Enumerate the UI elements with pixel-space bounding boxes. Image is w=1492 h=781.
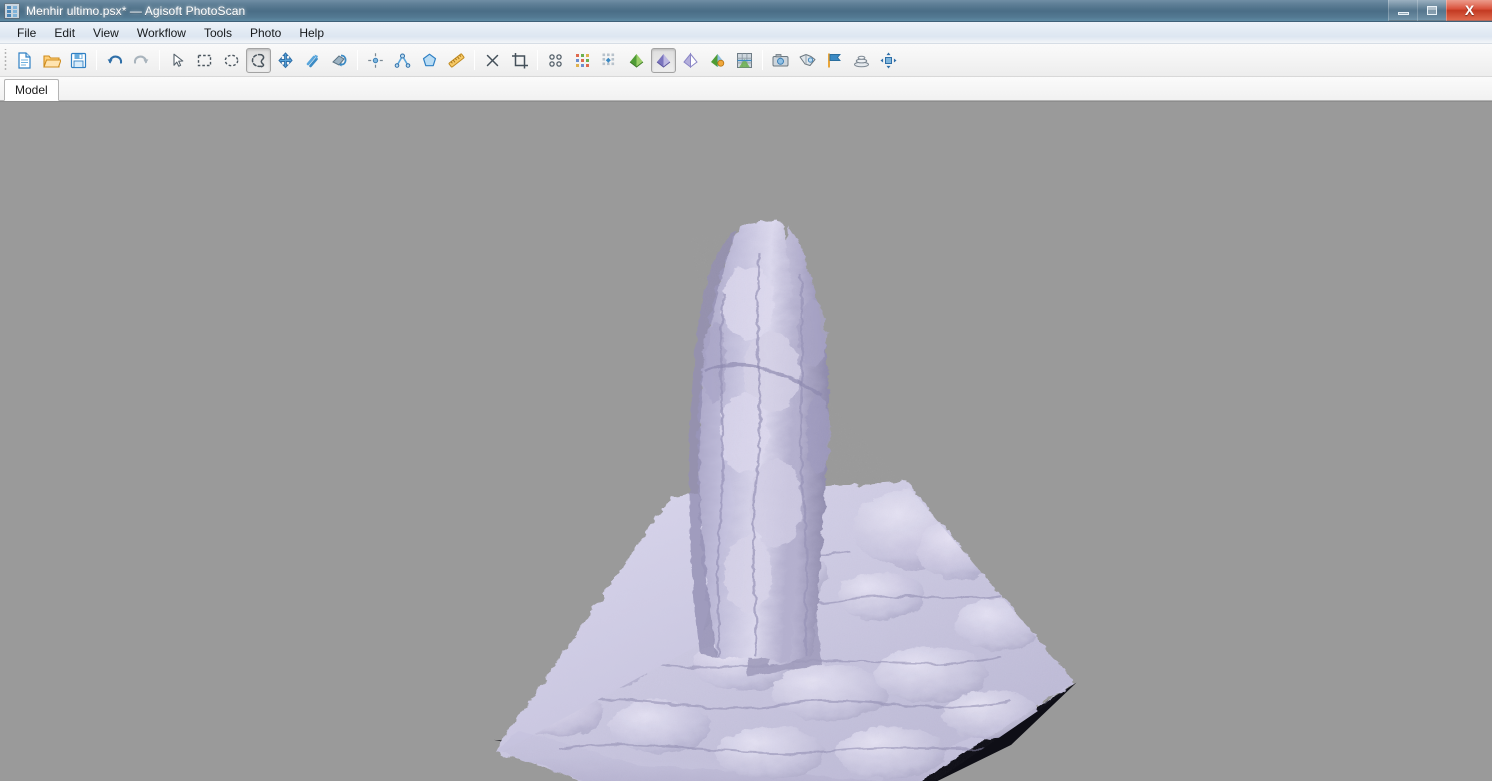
close-button[interactable]: X — [1446, 0, 1492, 21]
undo-arrow-icon[interactable] — [102, 48, 127, 73]
menu-item-view[interactable]: View — [84, 24, 128, 42]
menhir-standing-stone-mesh[interactable] — [0, 102, 1492, 781]
circle-selection-icon[interactable] — [219, 48, 244, 73]
menu-bar: File Edit View Workflow Tools Photo Help — [0, 22, 1492, 44]
window-title: Menhir ultimo.psx* — Agisoft PhotoScan — [26, 3, 246, 18]
document-tab-strip: Model — [0, 77, 1492, 101]
mesh-solid-icon[interactable] — [651, 47, 676, 73]
toolbar-drag-handle[interactable] — [3, 49, 9, 71]
mesh-textured-icon[interactable] — [705, 48, 730, 73]
restore-icon — [1427, 5, 1437, 15]
toolbar-separator — [537, 50, 538, 70]
show-thumbnails-icon[interactable] — [795, 48, 820, 73]
crop-selection-icon[interactable] — [507, 48, 532, 73]
photoscan-app-icon — [4, 2, 20, 19]
show-markers-icon[interactable] — [822, 48, 847, 73]
minimize-icon — [1397, 11, 1409, 15]
rotate-object-icon[interactable] — [300, 48, 325, 73]
model-3d-viewport[interactable] — [0, 101, 1492, 781]
mesh-wireframe-icon[interactable] — [678, 48, 703, 73]
cursor-arrow-icon[interactable] — [165, 48, 190, 73]
minimize-button[interactable] — [1388, 0, 1417, 21]
toolbar-separator — [762, 50, 763, 70]
tab-model-label: Model — [15, 83, 48, 97]
close-icon: X — [1464, 2, 1475, 18]
reset-view-icon[interactable] — [876, 48, 901, 73]
save-disk-icon[interactable] — [66, 48, 91, 73]
delete-selection-icon[interactable] — [480, 48, 505, 73]
menu-item-file[interactable]: File — [8, 24, 45, 42]
menu-item-edit[interactable]: Edit — [45, 24, 84, 42]
main-toolbar — [0, 44, 1492, 77]
redo-arrow-icon[interactable] — [129, 48, 154, 73]
menu-item-help[interactable]: Help — [290, 24, 333, 42]
draw-polyline-icon[interactable] — [390, 48, 415, 73]
show-cameras-icon[interactable] — [768, 48, 793, 73]
sparse-cloud-icon[interactable] — [543, 48, 568, 73]
ruler-icon[interactable] — [444, 48, 469, 73]
menu-item-tools[interactable]: Tools — [195, 24, 241, 42]
draw-polygon-icon[interactable] — [417, 48, 442, 73]
toolbar-separator — [159, 50, 160, 70]
title-bar: Menhir ultimo.psx* — Agisoft PhotoScan X — [0, 0, 1492, 22]
toolbar-separator — [474, 50, 475, 70]
new-document-icon[interactable] — [12, 48, 37, 73]
window-controls: X — [1388, 0, 1492, 21]
toolbar-separator — [357, 50, 358, 70]
tiled-model-icon[interactable] — [732, 48, 757, 73]
freeform-selection-icon[interactable] — [246, 47, 271, 73]
scale-object-icon[interactable] — [327, 48, 352, 73]
menu-item-workflow[interactable]: Workflow — [128, 24, 195, 42]
toolbar-separator — [96, 50, 97, 70]
restore-button[interactable] — [1417, 0, 1446, 21]
dense-cloud-classes-icon[interactable] — [597, 48, 622, 73]
menu-item-photo[interactable]: Photo — [241, 24, 290, 42]
rectangle-selection-icon[interactable] — [192, 48, 217, 73]
photoscan-window: Menhir ultimo.psx* — Agisoft PhotoScan X… — [0, 0, 1492, 781]
move-object-icon[interactable] — [273, 48, 298, 73]
dense-cloud-icon[interactable] — [570, 48, 595, 73]
show-regions-icon[interactable] — [849, 48, 874, 73]
mesh-shaded-green-icon[interactable] — [624, 48, 649, 73]
place-point-icon[interactable] — [363, 48, 388, 73]
open-folder-icon[interactable] — [39, 48, 64, 73]
tab-model[interactable]: Model — [4, 79, 59, 101]
